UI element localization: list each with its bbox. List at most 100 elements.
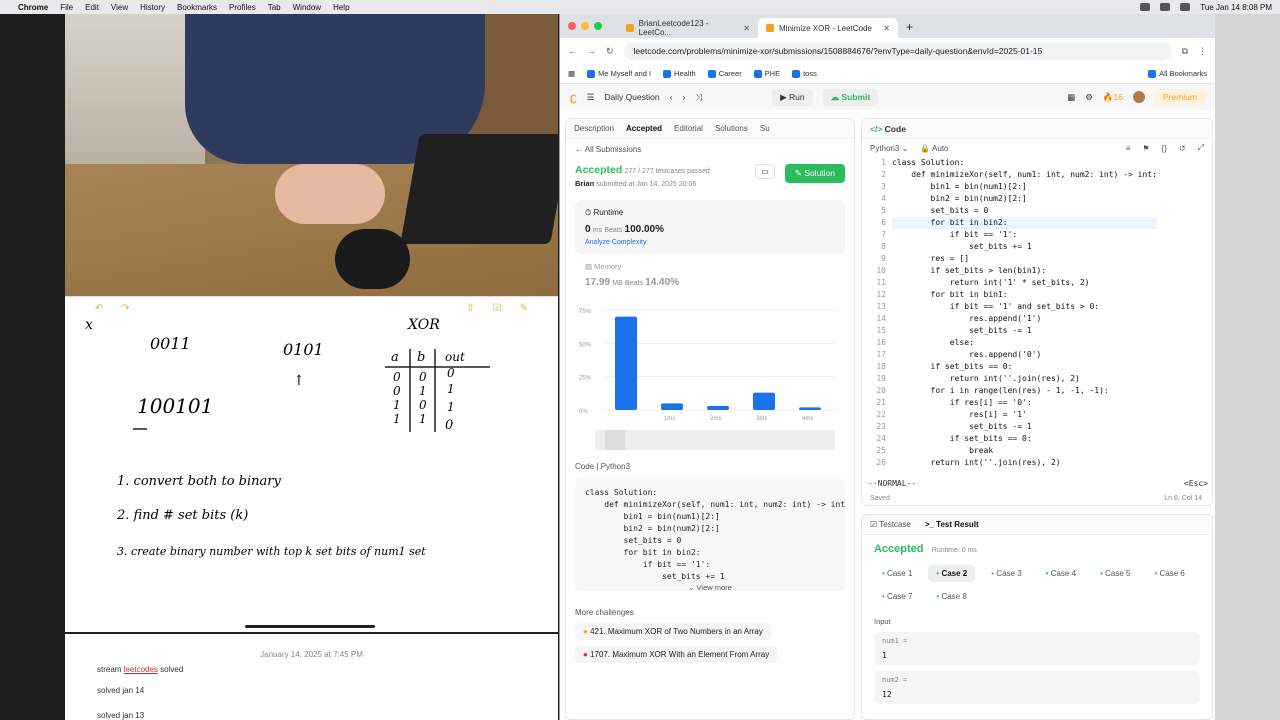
notes-icon[interactable]: ▭: [755, 164, 775, 179]
expand-icon[interactable]: ⤢: [1198, 143, 1204, 153]
author-name[interactable]: Brian: [575, 179, 594, 188]
run-button[interactable]: ▶ Run: [772, 88, 813, 106]
menu-profiles[interactable]: Profiles: [229, 3, 256, 12]
minimize-window-icon[interactable]: [581, 22, 589, 30]
bookmark-health[interactable]: Health: [663, 69, 696, 78]
language-select[interactable]: Python3 ⌄: [870, 144, 908, 153]
runtime-distribution-chart[interactable]: 75% 50% 25% 0% 1ms 2ms 3ms 4ms: [575, 302, 845, 452]
menu-help[interactable]: Help: [333, 3, 349, 12]
avatar[interactable]: [1132, 91, 1145, 103]
search-icon[interactable]: [1180, 3, 1191, 11]
streak-counter[interactable]: 🔥16: [1103, 92, 1123, 103]
challenge-421[interactable]: ● 421. Maximum XOR of Two Numbers in an …: [575, 623, 771, 640]
settings-icon[interactable]: ⚙: [1085, 92, 1093, 103]
next-icon[interactable]: ›: [682, 92, 685, 102]
analyze-complexity-link[interactable]: Analyze Complexity: [585, 239, 835, 246]
code-line[interactable]: if set_bits == 0:: [892, 433, 1157, 445]
menu-history[interactable]: History: [140, 3, 165, 12]
code-line[interactable]: set_bits -= 1: [892, 421, 1157, 433]
code-line[interactable]: for i in range(len(res) - 1, -1, -1):: [892, 385, 1157, 397]
tab-brianleetcode[interactable]: BrianLeetcode123 - LeetCo... ✕: [618, 18, 758, 38]
submit-button[interactable]: ☁ Submit: [822, 88, 879, 106]
case-4[interactable]: • Case 4: [1038, 565, 1084, 582]
prev-icon[interactable]: ‹: [670, 92, 673, 102]
code-line[interactable]: set_bits -= 1: [892, 325, 1157, 337]
menu-icon[interactable]: ⋮: [1198, 46, 1207, 57]
format-icon[interactable]: ≡: [1126, 144, 1131, 153]
bookmark-career[interactable]: Career: [707, 69, 742, 78]
case-8[interactable]: • Case 8: [928, 588, 974, 605]
status-icon[interactable]: [1140, 3, 1151, 11]
new-tab-icon[interactable]: +: [898, 20, 921, 38]
code-line[interactable]: if bit == '1':: [892, 229, 1157, 241]
code-line[interactable]: return int(''.join(res), 2): [892, 457, 1157, 469]
wifi-icon[interactable]: [1160, 3, 1171, 11]
code-line[interactable]: class Solution:: [892, 157, 1157, 169]
tab-test-result[interactable]: >_ Test Result: [925, 520, 979, 529]
code-line[interactable]: set_bits = 0: [892, 205, 1157, 217]
code-line[interactable]: return int(''.join(res), 2): [892, 373, 1157, 385]
tab-description[interactable]: Description: [574, 124, 614, 133]
code-line[interactable]: if set_bits == 0:: [892, 361, 1157, 373]
close-window-icon[interactable]: [568, 22, 576, 30]
all-bookmarks[interactable]: All Bookmarks: [1148, 69, 1207, 78]
code-line[interactable]: else:: [892, 337, 1157, 349]
reload-icon[interactable]: ↻: [606, 46, 614, 57]
menubar-clock[interactable]: Tue Jan 14 8:08 PM: [1200, 3, 1272, 12]
code-editor[interactable]: 1 2 3 4 5 6 7 8 9 10 11 12 13 14 15 16 17 18 19 20 21 22 23 24 2…: [862, 157, 1212, 469]
case-7[interactable]: • Case 7: [874, 588, 920, 605]
bookmark-me[interactable]: Me Myself and I: [587, 69, 651, 78]
code-line[interactable]: if bit == '1' and set_bits > 0:: [892, 301, 1157, 313]
tab-testcase[interactable]: ☑ Testcase: [870, 520, 911, 529]
tab-solutions[interactable]: Solutions: [715, 124, 748, 133]
bookmark-icon[interactable]: ⚑: [1142, 144, 1149, 153]
list-icon[interactable]: ☰: [587, 92, 595, 103]
case-1[interactable]: • Case 1: [874, 565, 920, 582]
code-line[interactable]: set_bits += 1: [892, 241, 1157, 253]
extensions-icon[interactable]: ⧉: [1182, 46, 1188, 57]
menu-tab[interactable]: Tab: [268, 3, 281, 12]
note-line2[interactable]: solved jan 14: [97, 686, 558, 695]
menu-window[interactable]: Window: [293, 3, 321, 12]
code-line[interactable]: res[i] = '1': [892, 409, 1157, 421]
all-submissions-link[interactable]: ← All Submissions: [575, 145, 845, 154]
case-6[interactable]: • Case 6: [1146, 565, 1192, 582]
memory-block[interactable]: ▤ Memory 17.99 MB Beats 14.40%: [575, 254, 845, 296]
view-more-link[interactable]: ⌄ View more: [575, 583, 845, 592]
code-line[interactable]: bin1 = bin(num1)[2:]: [892, 181, 1157, 193]
code-line[interactable]: bin2 = bin(num2)[2:]: [892, 193, 1157, 205]
solution-button[interactable]: ✎ Solution: [784, 164, 845, 183]
leetcode-logo-icon[interactable]: ʗ: [570, 90, 577, 104]
code-line[interactable]: res = []: [892, 253, 1157, 265]
shuffle-icon[interactable]: ⤨: [695, 92, 702, 103]
code-line[interactable]: for bit in bin1:: [892, 289, 1157, 301]
tab-editorial[interactable]: Editorial: [674, 124, 703, 133]
close-tab-icon[interactable]: ✕: [883, 24, 890, 33]
note-line1[interactable]: stream leetcodes solved: [97, 665, 558, 674]
code-line[interactable]: res.append('0'): [892, 349, 1157, 361]
code-line[interactable]: for bit in bin2:: [892, 217, 1157, 229]
auto-toggle[interactable]: 🔒 Auto: [920, 144, 948, 153]
premium-button[interactable]: Premium: [1154, 89, 1205, 105]
code-preview[interactable]: class Solution: def minimizeXor(self, nu…: [575, 479, 845, 591]
code-line[interactable]: if res[i] == '0':: [892, 397, 1157, 409]
zoom-window-icon[interactable]: [594, 22, 602, 30]
layout-icon[interactable]: ▦: [1067, 92, 1075, 103]
runtime-header[interactable]: ⏱ Runtime: [585, 208, 835, 218]
code-line[interactable]: if set_bits > len(bin1):: [892, 265, 1157, 277]
close-tab-icon[interactable]: ✕: [743, 24, 750, 33]
bookmark-phe[interactable]: PHE: [753, 69, 780, 78]
braces-icon[interactable]: {}: [1162, 144, 1167, 153]
challenge-1707[interactable]: ● 1707. Maximum XOR With an Element From…: [575, 646, 778, 663]
tab-submissions[interactable]: Su: [760, 124, 770, 133]
url-field[interactable]: leetcode.com/problems/minimize-xor/submi…: [623, 42, 1172, 60]
notes-canvas[interactable]: ↶ ↷ ⇪ ☑ ✎ x 0011 0101 ↑ 100101 XOR a b o…: [65, 296, 558, 632]
back-icon[interactable]: ←: [568, 46, 577, 56]
case-3[interactable]: • Case 3: [983, 565, 1029, 582]
code-line[interactable]: break: [892, 445, 1157, 457]
daily-question-link[interactable]: Daily Question: [604, 92, 659, 102]
code-line[interactable]: res.append('1'): [892, 313, 1157, 325]
tab-accepted[interactable]: Accepted: [626, 124, 662, 133]
tab-minimize-xor[interactable]: Minimize XOR - LeetCode ✕: [758, 18, 898, 38]
forward-icon[interactable]: →: [587, 46, 596, 56]
